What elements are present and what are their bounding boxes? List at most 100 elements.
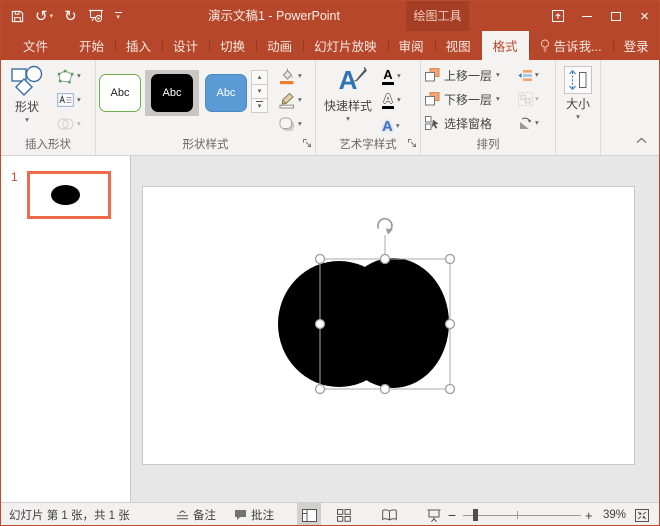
save-button[interactable]: [11, 10, 24, 23]
tab-animations[interactable]: 动画: [256, 31, 303, 60]
shape-style-chip-blue[interactable]: Abc: [205, 74, 247, 112]
rotate-icon: [518, 116, 533, 130]
text-fill-button[interactable]: A ▾: [382, 66, 401, 86]
quick-styles-button[interactable]: A 快速样式 ▾: [320, 64, 376, 123]
selection-pane-button[interactable]: 选择窗格: [425, 112, 492, 134]
collapse-ribbon-button[interactable]: [636, 133, 647, 147]
comments-button[interactable]: 批注: [234, 503, 274, 526]
bring-forward-button[interactable]: 上移一层 ▾: [425, 64, 500, 86]
tab-file[interactable]: 文件: [9, 31, 62, 60]
rotate-button[interactable]: ▾: [518, 112, 539, 134]
undo-button[interactable]: ↺ ▾: [35, 9, 53, 24]
notes-button[interactable]: 备注: [176, 503, 216, 526]
tab-tell-me[interactable]: 告诉我...: [529, 31, 613, 60]
merge-shapes-caret: ▾: [77, 120, 81, 128]
selection-handle-e[interactable]: [446, 320, 455, 329]
quick-access-toolbar: ↺ ▾ ↻ ▾: [11, 1, 122, 31]
selection-handle-w[interactable]: [316, 320, 325, 329]
undo-dropdown-caret[interactable]: ▾: [50, 13, 54, 20]
normal-view-button[interactable]: [297, 503, 321, 526]
text-box-icon: [57, 93, 74, 107]
minimize-button[interactable]: [572, 1, 601, 31]
statusbar: 幻灯片 第 1 张，共 1 张 备注 批注 − + 39%: [1, 502, 660, 526]
align-icon: [518, 69, 533, 82]
tab-home[interactable]: 开始: [68, 31, 115, 60]
zoom-out-button[interactable]: −: [448, 503, 456, 526]
shapes-button[interactable]: 形状 ▾: [5, 65, 49, 124]
group-insert-shapes: 形状 ▾ ▾ ▾ ▾ 插入形状: [1, 60, 96, 155]
shape-style-chip-black-selected[interactable]: Abc: [151, 74, 193, 112]
shape-black-blob[interactable]: [278, 258, 449, 388]
text-box-caret: ▾: [77, 96, 81, 104]
text-outline-button[interactable]: A ▾: [382, 90, 401, 110]
edit-shape-button[interactable]: ▾: [57, 66, 81, 86]
slide-thumbnail[interactable]: [27, 171, 111, 219]
text-outline-icon: A: [382, 92, 394, 109]
text-fill-letter: A: [383, 68, 392, 81]
tab-transitions[interactable]: 切换: [209, 31, 256, 60]
shape-effects-caret: ▾: [298, 120, 302, 128]
selection-handle-nw[interactable]: [316, 255, 325, 264]
tab-insert[interactable]: 插入: [115, 31, 162, 60]
minimize-icon: [582, 16, 592, 17]
tab-sign-in[interactable]: 登录: [613, 31, 660, 60]
gallery-down-button[interactable]: ▾: [251, 84, 268, 99]
shape-effects-button[interactable]: ▾: [279, 114, 302, 134]
shape-outline-icon: [279, 92, 295, 109]
size-button[interactable]: 大小 ▾: [561, 66, 595, 121]
gallery-more-button[interactable]: ▾: [251, 98, 268, 113]
fit-to-window-button[interactable]: [635, 503, 649, 526]
zoom-in-button[interactable]: +: [585, 503, 593, 526]
zoom-level[interactable]: 39%: [603, 503, 626, 526]
text-effects-button[interactable]: A ▾: [382, 116, 400, 136]
zoom-slider-track[interactable]: [463, 515, 581, 516]
maximize-button[interactable]: [601, 1, 630, 31]
slide-sorter-view-button[interactable]: [332, 503, 356, 526]
selection-handle-se[interactable]: [446, 385, 455, 394]
shape-outline-caret: ▾: [298, 96, 302, 104]
align-button[interactable]: ▾: [518, 64, 539, 86]
tab-review[interactable]: 审阅: [388, 31, 435, 60]
slide-overlay: [131, 156, 660, 502]
tab-design[interactable]: 设计: [162, 31, 209, 60]
reading-view-icon: [382, 509, 397, 521]
selection-handle-s[interactable]: [381, 385, 390, 394]
tab-slideshow[interactable]: 幻灯片放映: [303, 31, 388, 60]
arrange-group-label: 排列: [421, 136, 555, 152]
start-slideshow-button[interactable]: [88, 9, 104, 23]
tab-format[interactable]: 格式: [482, 31, 529, 60]
selection-handle-ne[interactable]: [446, 255, 455, 264]
shape-style-chip-green[interactable]: Abc: [99, 74, 141, 112]
zoom-slider-center-tick: [517, 511, 518, 519]
group-shape-styles: Abc Abc Abc ▴ ▾ ▾ ▾ ▾ ▾: [96, 60, 316, 155]
text-box-button[interactable]: ▾: [57, 90, 81, 110]
rotation-handle[interactable]: [378, 219, 393, 235]
send-backward-button[interactable]: 下移一层 ▾: [425, 88, 500, 110]
selection-pane-icon: [425, 116, 440, 130]
size-caret: ▾: [576, 113, 580, 121]
slide-canvas[interactable]: [131, 156, 660, 502]
shape-outline-button[interactable]: ▾: [279, 90, 302, 110]
selection-handle-sw[interactable]: [316, 385, 325, 394]
merge-shapes-button[interactable]: ▾: [57, 114, 81, 134]
slideshow-view-icon: [427, 509, 441, 522]
group-objects-icon: [518, 92, 533, 106]
slideshow-view-button[interactable]: [422, 503, 446, 526]
redo-button[interactable]: ↻: [64, 9, 77, 24]
shape-fill-caret: ▾: [298, 72, 302, 80]
slideshow-screen-icon: [88, 9, 104, 23]
close-button[interactable]: ×: [630, 1, 659, 31]
reading-view-button[interactable]: [377, 503, 401, 526]
redo-icon: ↻: [64, 9, 77, 24]
shape-fill-button[interactable]: ▾: [279, 66, 302, 86]
zoom-slider-thumb[interactable]: [473, 509, 478, 521]
selection-handle-n[interactable]: [381, 255, 390, 264]
group-objects-button[interactable]: ▾: [518, 88, 539, 110]
tab-view[interactable]: 视图: [435, 31, 482, 60]
size-icon: [567, 69, 589, 91]
gallery-up-button[interactable]: ▴: [251, 70, 268, 85]
customize-qat-button[interactable]: ▾: [115, 12, 122, 21]
ribbon-display-options-button[interactable]: [543, 1, 572, 31]
text-outline-letter: A: [383, 92, 392, 105]
shape-effects-icon: [279, 117, 295, 132]
